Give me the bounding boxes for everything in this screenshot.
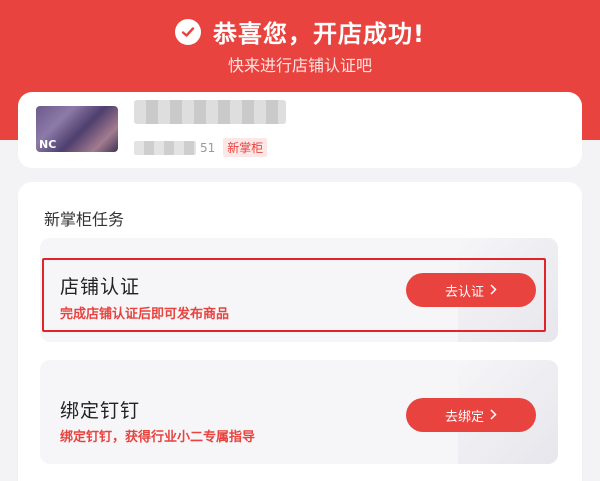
check-circle-icon [175, 18, 202, 45]
task-name: 绑定钉钉 [60, 400, 141, 422]
highlight-annotation-box [42, 258, 546, 332]
avatar-label: NC [39, 138, 57, 151]
shop-id-tail: 51 [200, 140, 216, 155]
go-bind-button[interactable]: 去绑定 [406, 398, 536, 432]
tasks-section-title: 新掌柜任务 [44, 210, 125, 229]
go-bind-button-label: 去绑定 [444, 408, 484, 424]
shop-profile-card: NC 51 新掌柜 [18, 92, 582, 168]
avatar: NC [36, 106, 118, 152]
shop-id-row: 51 新掌柜 [134, 138, 268, 157]
task-bind-dingtalk: 绑定钉钉 绑定钉钉，获得行业小二专属指导 去绑定 [40, 360, 558, 464]
role-badge: 新掌柜 [223, 138, 268, 157]
task-description: 绑定钉钉，获得行业小二专属指导 [60, 430, 256, 445]
page-title: 恭喜您，开店成功! [213, 20, 425, 48]
shop-name-redacted [134, 100, 286, 124]
header-title-row: 恭喜您，开店成功! [0, 14, 600, 49]
page-subtitle: 快来进行店铺认证吧 [227, 56, 372, 75]
shop-id-redacted [134, 140, 196, 155]
chevron-right-icon [490, 408, 497, 423]
tasks-card: 新掌柜任务 店铺认证 完成店铺认证后即可发布商品 去认证 绑定钉钉 绑定钉钉，获… [18, 182, 582, 481]
